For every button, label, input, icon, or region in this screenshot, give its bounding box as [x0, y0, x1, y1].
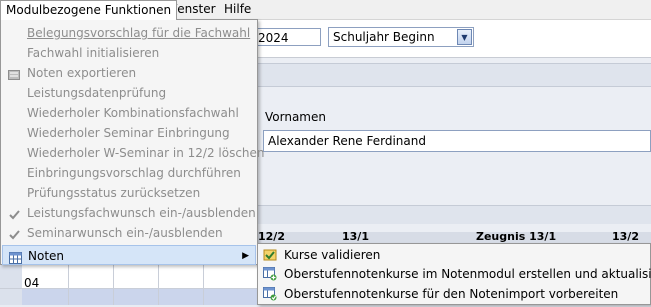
menu-item-label: Leistungsdatenprüfung: [27, 86, 167, 100]
menu-item-label: Wiederholer Kombinationsfachwahl: [27, 106, 239, 120]
menu-item-wiederholer-kombinationsfachwahl[interactable]: Wiederholer Kombinationsfachwahl: [2, 103, 256, 123]
grid-add-icon: [263, 267, 277, 281]
validate-icon: [263, 248, 277, 262]
submenu-item-label: Kurse validieren: [284, 248, 381, 262]
column-header: 12/2: [258, 230, 285, 243]
column-divider: [203, 262, 204, 305]
column-header: 13/1: [342, 230, 369, 243]
vornamen-field[interactable]: Alexander Rene Ferdinand: [263, 130, 651, 152]
checkmark-icon: [8, 207, 21, 220]
row-header: [0, 262, 22, 305]
menu-item-pruefungsstatus-zuruecksetzen[interactable]: Prüfungsstatus zurücksetzen: [2, 183, 256, 203]
schoolyear-select-value: Schuljahr Beginn: [333, 30, 435, 44]
menu-item-label: Fachwahl initialisieren: [27, 46, 160, 60]
section-divider: [255, 205, 651, 224]
menu-item-seminarwunsch[interactable]: Seminarwunsch ein-/ausblenden: [2, 223, 256, 243]
dropdown-menu: Belegungsvorschlag für die Fachwahl Fach…: [0, 19, 265, 265]
grid-import-icon: [263, 287, 277, 301]
menu-item-leistungsfachwunsch[interactable]: Leistungsfachwunsch ein-/ausblenden: [2, 203, 256, 223]
submenu-item-label: Oberstufennotenkurse für den Notenimport…: [284, 287, 619, 301]
menu-item-label: Leistungsfachwunsch ein-/ausblenden: [27, 206, 256, 220]
menu-item-noten[interactable]: Noten ▶: [2, 245, 256, 265]
grid-icon: [9, 250, 22, 264]
submenu-noten: Kurse validieren Oberstufennotenkurse im…: [257, 243, 651, 305]
menubar: Modulbezogene Funktionen Fenster Hilfe: [0, 0, 651, 20]
submenu-item-notenimport-vorbereiten[interactable]: Oberstufennotenkurse für den Notenimport…: [258, 284, 650, 304]
column-divider: [158, 262, 159, 305]
menu-item-wiederholer-w-seminar-loeschen[interactable]: Wiederholer W-Seminar in 12/2 löschen: [2, 143, 265, 163]
menu-item-leistungsdatenpruefung[interactable]: Leistungsdatenprüfung: [2, 83, 256, 103]
chevron-right-icon: ▶: [242, 251, 249, 261]
menu-item-fachwahl-initialisieren[interactable]: Fachwahl initialisieren: [2, 43, 256, 63]
menu-item-label: Einbringungsvorschlag durchführen: [27, 166, 241, 180]
schoolyear-select[interactable]: Schuljahr Beginn ▼: [328, 27, 474, 47]
submenu-item-kurse-validieren[interactable]: Kurse validieren: [258, 245, 650, 265]
column-header: 13/2: [612, 230, 639, 243]
checkmark-icon: [8, 227, 21, 240]
menu-modulbezogene-funktionen[interactable]: Modulbezogene Funktionen: [0, 0, 178, 20]
column-divider: [113, 262, 114, 305]
menu-label: Hilfe: [224, 2, 252, 16]
section-divider: [255, 63, 651, 87]
menu-item-label: Wiederholer Seminar Einbringung: [27, 126, 230, 140]
menu-item-label: Belegungsvorschlag für die Fachwahl: [27, 26, 251, 40]
menu-item-noten-exportieren[interactable]: Noten exportieren: [2, 63, 256, 83]
menu-item-label: Noten exportieren: [27, 66, 137, 80]
menu-label: Fenster: [171, 2, 216, 16]
vornamen-label: Vornamen: [265, 110, 326, 124]
submenu-item-notenkurse-erstellen[interactable]: Oberstufennotenkurse im Notenmodul erste…: [258, 264, 651, 284]
menu-item-label: Seminarwunsch ein-/ausblenden: [27, 226, 223, 240]
menu-hilfe[interactable]: Hilfe: [219, 0, 256, 19]
menu-item-label: Prüfungsstatus zurücksetzen: [27, 186, 201, 200]
submenu-item-label: Oberstufennotenkurse im Notenmodul erste…: [284, 267, 651, 281]
menu-item-wiederholer-seminar-einbringung[interactable]: Wiederholer Seminar Einbringung: [2, 123, 256, 143]
year-field[interactable]: 2024: [255, 28, 321, 46]
chevron-down-icon[interactable]: ▼: [457, 29, 472, 45]
menu-item-label: Wiederholer W-Seminar in 12/2 löschen: [27, 146, 265, 160]
menu-label: Modulbezogene Funktionen: [6, 3, 172, 17]
column-divider: [68, 262, 69, 305]
column-header: Zeugnis 13/1: [476, 230, 557, 243]
year-value: 2024: [258, 31, 289, 45]
export-icon: [8, 67, 21, 80]
menu-item-belegungsvorschlag[interactable]: Belegungsvorschlag für die Fachwahl: [2, 23, 256, 43]
menu-item-label: Noten: [28, 249, 65, 263]
menu-item-einbringungsvorschlag[interactable]: Einbringungsvorschlag durchführen: [2, 163, 256, 183]
